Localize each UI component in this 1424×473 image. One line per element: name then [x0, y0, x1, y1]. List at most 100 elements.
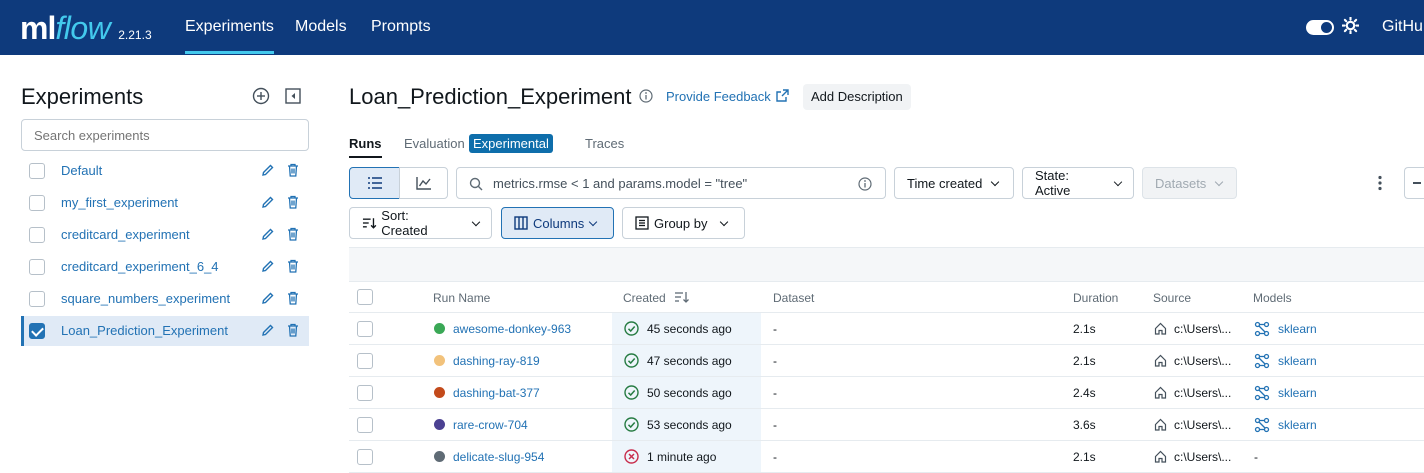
run-name-link[interactable]: rare-crow-704: [453, 418, 528, 432]
delete-icon[interactable]: [285, 290, 301, 306]
chevron-down-icon: [720, 217, 729, 226]
experiment-checkbox[interactable]: [29, 259, 45, 275]
delete-icon[interactable]: [285, 226, 301, 242]
nav-models[interactable]: Models: [295, 18, 347, 36]
add-experiment-icon[interactable]: [252, 87, 270, 105]
home-icon: [1154, 322, 1167, 335]
row-checkbox[interactable]: [357, 417, 373, 433]
run-color-dot[interactable]: [434, 323, 445, 334]
delete-icon[interactable]: [285, 322, 301, 338]
experiment-name[interactable]: Loan_Prediction_Experiment: [61, 323, 228, 338]
run-source[interactable]: c:\Users\...: [1174, 418, 1231, 432]
run-model-link[interactable]: sklearn: [1278, 418, 1317, 432]
run-name-link[interactable]: delicate-slug-954: [453, 450, 544, 464]
row-checkbox[interactable]: [357, 385, 373, 401]
nav-github[interactable]: GitHu: [1382, 18, 1423, 36]
time-created-dropdown[interactable]: Time created: [894, 167, 1014, 199]
provide-feedback-link[interactable]: Provide Feedback: [666, 89, 771, 104]
experiment-checkbox[interactable]: [29, 195, 45, 211]
run-model-link[interactable]: sklearn: [1278, 322, 1317, 336]
delete-icon[interactable]: [285, 162, 301, 178]
nav-experiments[interactable]: Experiments: [185, 18, 274, 54]
run-duration: 2.1s: [1073, 354, 1096, 368]
header-models[interactable]: Models: [1253, 291, 1292, 305]
header-source[interactable]: Source: [1153, 291, 1191, 305]
tab-traces[interactable]: Traces: [585, 136, 624, 151]
experiment-item-default[interactable]: Default: [21, 156, 309, 186]
divider: [349, 376, 1424, 377]
experiment-name[interactable]: Default: [61, 163, 102, 178]
experiment-item-my-first[interactable]: my_first_experiment: [21, 188, 309, 218]
sun-icon[interactable]: [1342, 17, 1359, 34]
run-created: 1 minute ago: [647, 450, 717, 464]
run-source[interactable]: c:\Users\...: [1174, 450, 1231, 464]
tab-evaluation[interactable]: Evaluation: [404, 136, 465, 151]
nav-prompts[interactable]: Prompts: [371, 18, 431, 36]
experiment-checkbox[interactable]: [29, 291, 45, 307]
run-source[interactable]: c:\Users\...: [1174, 322, 1231, 336]
sort-dropdown[interactable]: Sort: Created: [349, 207, 492, 239]
experiment-item-loan-prediction[interactable]: Loan_Prediction_Experiment: [21, 316, 309, 346]
edit-icon[interactable]: [260, 322, 276, 338]
run-color-dot[interactable]: [434, 451, 445, 462]
collapse-sidebar-icon[interactable]: [284, 87, 302, 105]
columns-icon: [514, 216, 528, 230]
select-all-checkbox[interactable]: [357, 289, 373, 305]
run-name-link[interactable]: dashing-bat-377: [453, 386, 540, 400]
edit-icon[interactable]: [260, 226, 276, 242]
search-info-icon[interactable]: [858, 177, 872, 191]
header-created[interactable]: Created: [623, 291, 666, 305]
run-name-link[interactable]: awesome-donkey-963: [453, 322, 571, 336]
search-icon: [469, 177, 483, 191]
edit-icon[interactable]: [260, 258, 276, 274]
experiment-item-square-numbers[interactable]: square_numbers_experiment: [21, 284, 309, 314]
experiment-checkbox[interactable]: [29, 163, 45, 179]
sort-desc-icon[interactable]: [674, 290, 690, 304]
experiment-name[interactable]: my_first_experiment: [61, 195, 178, 210]
header-dataset[interactable]: Dataset: [773, 291, 814, 305]
edit-icon[interactable]: [260, 290, 276, 306]
row-checkbox[interactable]: [357, 449, 373, 465]
delete-icon[interactable]: [285, 194, 301, 210]
state-dropdown[interactable]: State: Active: [1022, 167, 1134, 199]
chart-view-button[interactable]: [399, 167, 448, 199]
experiment-name[interactable]: creditcard_experiment_6_4: [61, 259, 219, 274]
experiment-checkbox[interactable]: [29, 227, 45, 243]
model-icon: [1254, 353, 1270, 369]
info-icon[interactable]: [639, 89, 653, 103]
delete-icon[interactable]: [285, 258, 301, 274]
edit-icon[interactable]: [260, 162, 276, 178]
experiment-name[interactable]: square_numbers_experiment: [61, 291, 230, 306]
row-checkbox[interactable]: [357, 321, 373, 337]
edit-icon[interactable]: [260, 194, 276, 210]
divider: [349, 281, 1424, 282]
columns-dropdown[interactable]: Columns: [501, 207, 614, 239]
row-checkbox[interactable]: [357, 353, 373, 369]
tab-runs[interactable]: Runs: [349, 136, 382, 158]
group-by-dropdown[interactable]: Group by: [622, 207, 745, 239]
run-model-link[interactable]: sklearn: [1278, 386, 1317, 400]
add-description-button[interactable]: Add Description: [803, 84, 911, 110]
experiment-checkbox[interactable]: [29, 323, 45, 339]
new-run-button[interactable]: [1404, 167, 1424, 199]
more-options-icon[interactable]: [1376, 175, 1384, 191]
search-experiments-input[interactable]: [21, 119, 309, 151]
external-link-icon[interactable]: [775, 88, 790, 103]
dark-mode-toggle[interactable]: [1306, 20, 1334, 35]
run-source[interactable]: c:\Users\...: [1174, 354, 1231, 368]
header-run-name[interactable]: Run Name: [433, 291, 490, 305]
experiment-item-creditcard[interactable]: creditcard_experiment: [21, 220, 309, 250]
experiment-item-creditcard-6-4[interactable]: creditcard_experiment_6_4: [21, 252, 309, 282]
header-duration[interactable]: Duration: [1073, 291, 1118, 305]
mlflow-logo[interactable]: ml flow 2.21.3: [20, 10, 152, 47]
datasets-dropdown[interactable]: Datasets: [1142, 167, 1237, 199]
experiment-name[interactable]: creditcard_experiment: [61, 227, 190, 242]
run-color-dot[interactable]: [434, 419, 445, 430]
table-view-button[interactable]: [349, 167, 400, 199]
run-color-dot[interactable]: [434, 387, 445, 398]
run-color-dot[interactable]: [434, 355, 445, 366]
runs-search-input[interactable]: metrics.rmse < 1 and params.model = "tre…: [456, 167, 886, 199]
run-name-link[interactable]: dashing-ray-819: [453, 354, 540, 368]
run-model-link[interactable]: sklearn: [1278, 354, 1317, 368]
run-source[interactable]: c:\Users\...: [1174, 386, 1231, 400]
